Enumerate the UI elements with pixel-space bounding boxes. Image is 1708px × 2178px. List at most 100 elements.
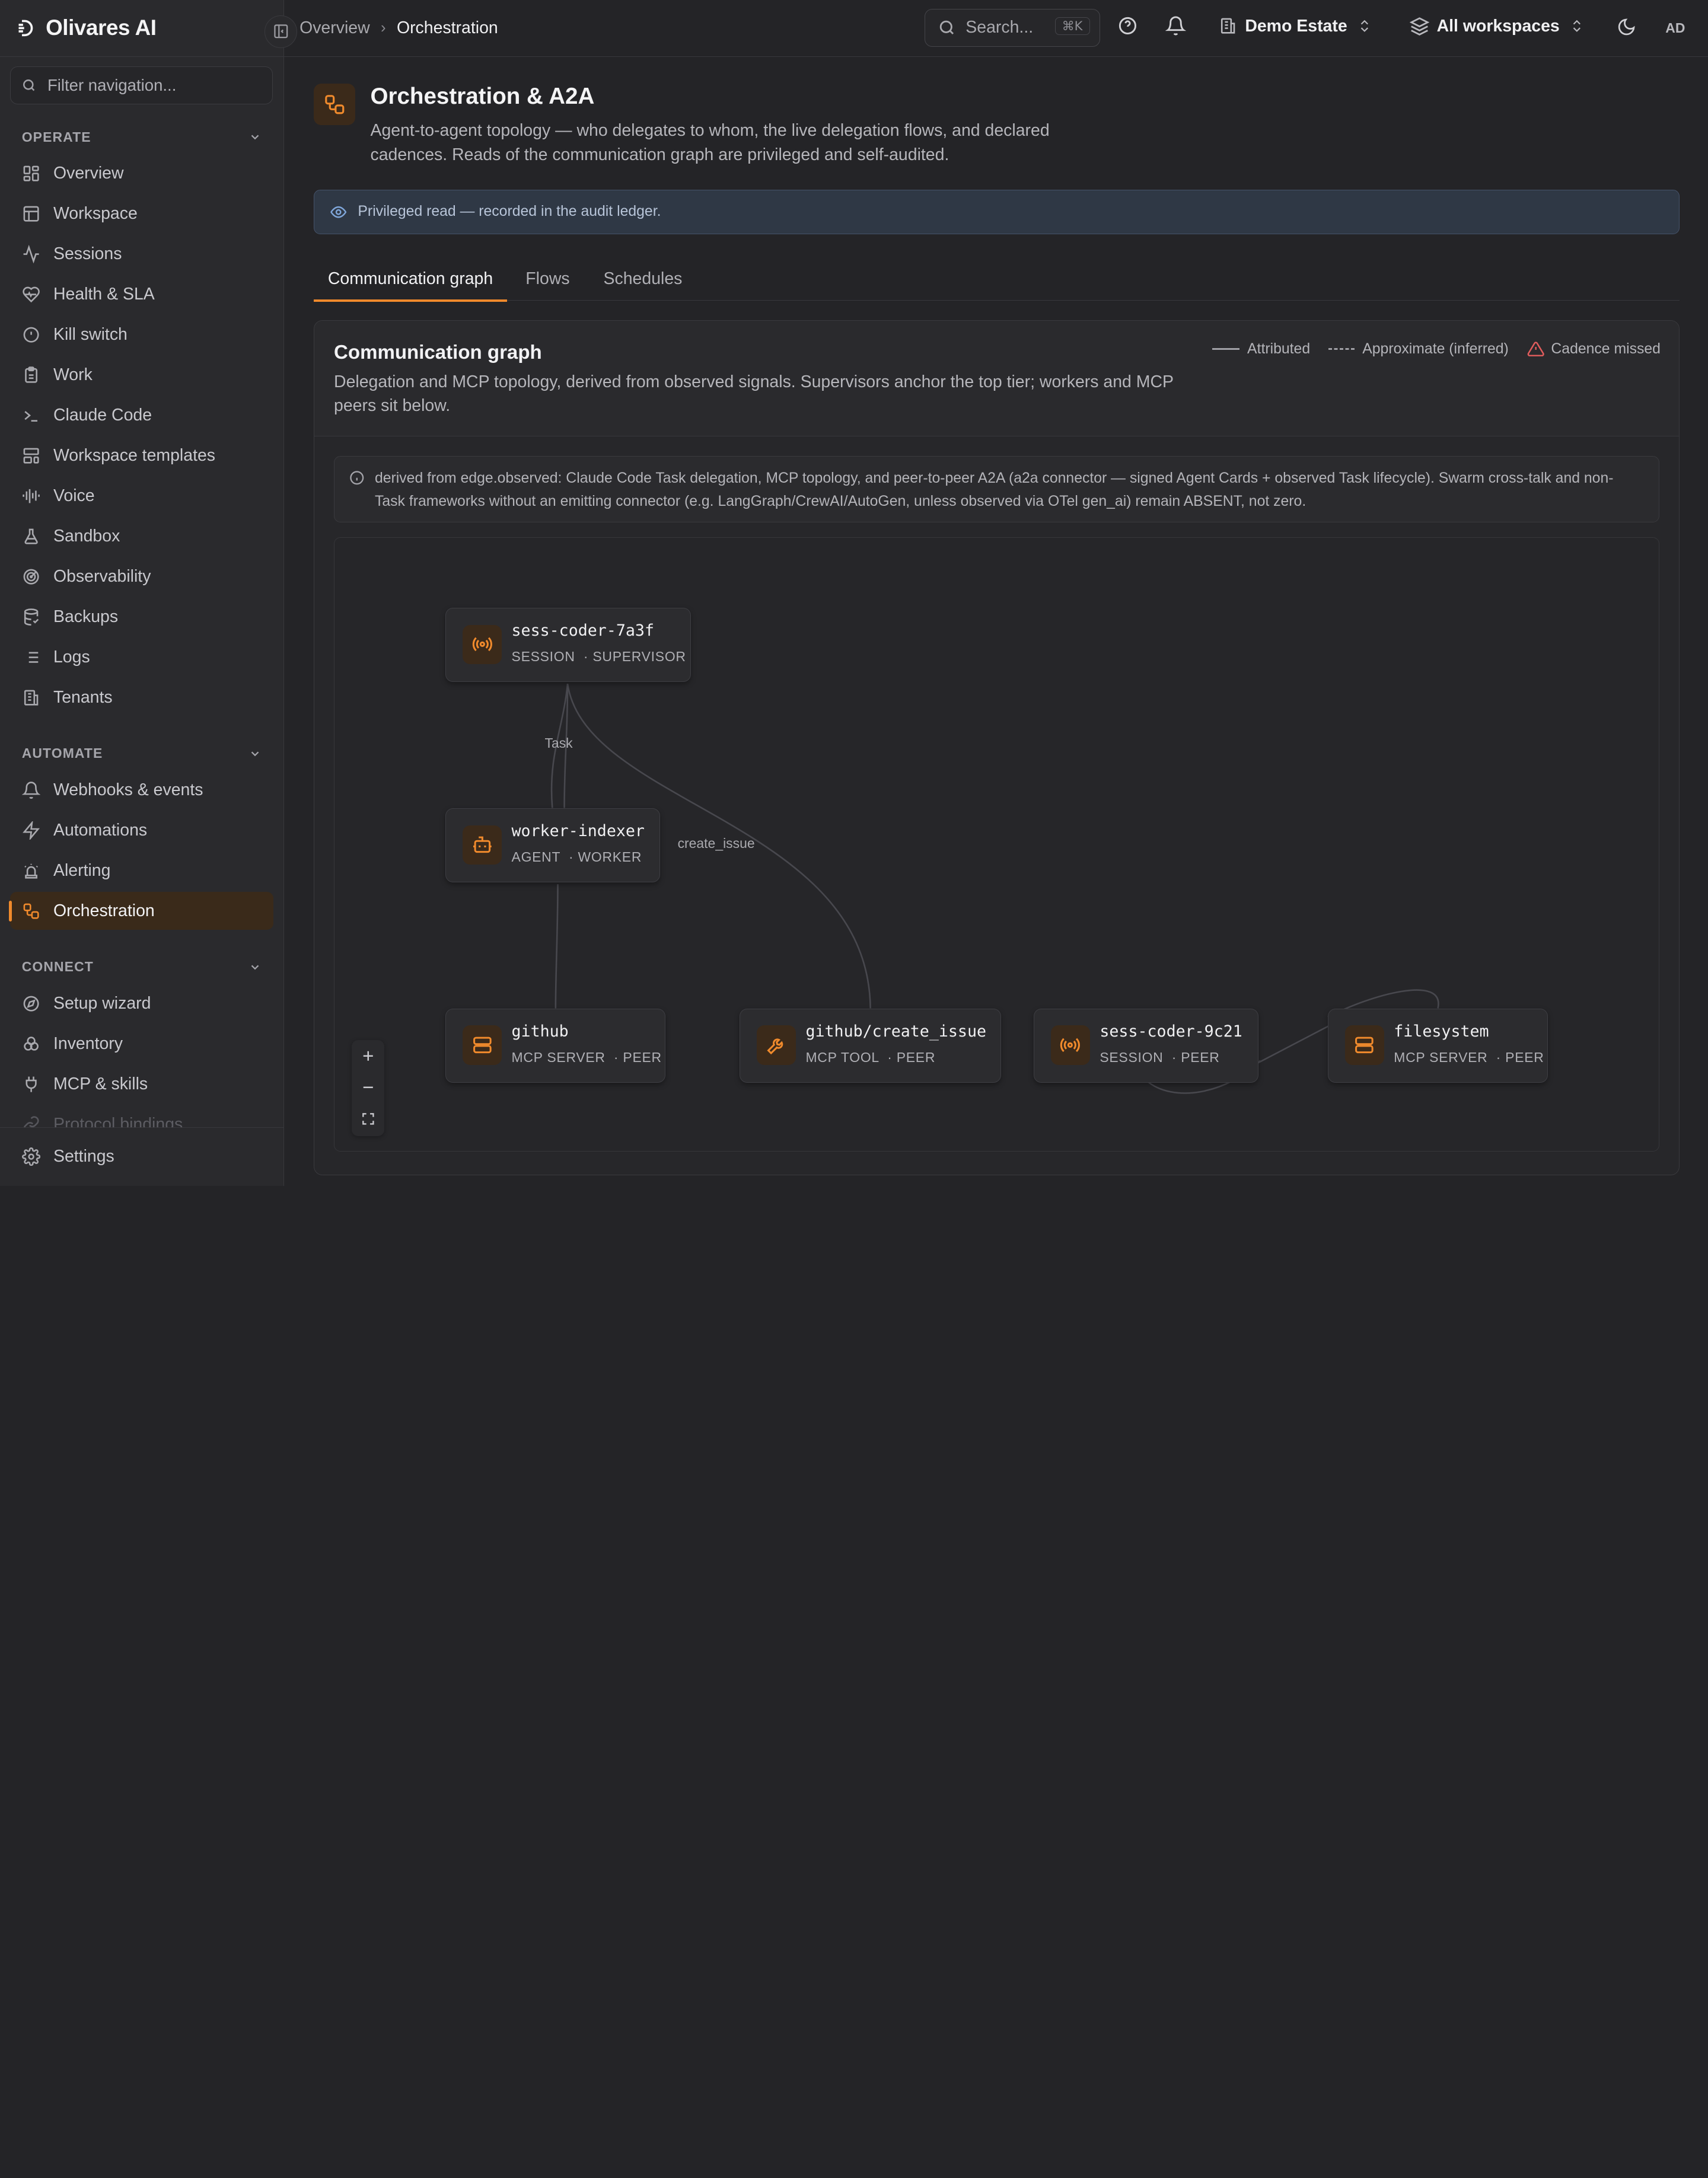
sidebar-item-label: Overview: [53, 164, 124, 183]
activity-icon: [23, 245, 39, 264]
node-meta: MCP SERVER · PEER: [511, 1049, 662, 1065]
list-icon: [24, 652, 39, 663]
sidebar-item-tenants[interactable]: Tenants: [10, 678, 274, 716]
link-icon: [23, 1115, 39, 1128]
node-id: worker-indexer: [511, 822, 645, 840]
app-root: Olivares AI OPERATE Overview Workspace S: [0, 0, 1708, 1187]
main-content: Orchestration & A2A Agent-to-agent topol…: [313, 57, 1680, 1175]
sidebar-item-label: Alerting: [53, 860, 111, 880]
help-icon[interactable]: [1117, 15, 1138, 36]
sidebar-item-label: Settings: [53, 1147, 114, 1166]
edge-worker-to-github[interactable]: [555, 884, 559, 1009]
sidebar-item-setup-wizard[interactable]: Setup wizard: [10, 984, 274, 1022]
fit-view-button[interactable]: [352, 1104, 384, 1135]
section-automate[interactable]: AUTOMATE: [0, 738, 283, 768]
section-label: CONNECT: [21, 959, 94, 975]
sidebar-item-alerting[interactable]: Alerting: [10, 852, 274, 889]
sidebar-nav: OPERATE Overview Workspace Sessions Heal…: [0, 113, 283, 1128]
sidebar-item-protocol-bindings[interactable]: Protocol bindings: [10, 1105, 274, 1128]
theme-moon-icon[interactable]: [1617, 17, 1636, 37]
filter-navigation-input[interactable]: [47, 76, 266, 95]
sidebar-item-kill-switch[interactable]: Kill switch: [10, 316, 274, 354]
breadcrumb-overview[interactable]: Overview: [299, 18, 370, 38]
fullscreen-icon: [362, 1113, 374, 1125]
section-connect[interactable]: CONNECT: [0, 952, 283, 982]
sidebar-item-mcp-skills[interactable]: MCP & skills: [10, 1065, 274, 1103]
sidebar-item-settings[interactable]: Settings: [10, 1138, 274, 1176]
search-input[interactable]: Search... ⌘K: [925, 8, 1101, 47]
graph-node-worker-indexer[interactable]: worker-indexer AGENT · WORKER: [445, 808, 661, 882]
workspace-select[interactable]: All workspaces: [1409, 16, 1585, 36]
server-icon: [462, 1025, 502, 1065]
sidebar-item-backups[interactable]: Backups: [10, 598, 274, 636]
sidebar-item-observability[interactable]: Observability: [10, 557, 274, 595]
notifications-bell-icon[interactable]: [1165, 15, 1187, 36]
zoom-out-button[interactable]: [352, 1072, 384, 1103]
node-id: sess-coder-7a3f: [511, 621, 654, 640]
sidebar-item-health-sla[interactable]: Health & SLA: [10, 276, 274, 314]
sidebar-footer: Settings: [0, 1127, 283, 1187]
section-operate[interactable]: OPERATE: [0, 122, 283, 152]
node-role: SUPERVISOR: [592, 648, 686, 664]
dashed-line-swatch: [1328, 348, 1355, 350]
tab-schedules[interactable]: Schedules: [589, 257, 697, 300]
avatar[interactable]: AD: [1661, 15, 1690, 42]
breadcrumb-current: Orchestration: [396, 18, 498, 37]
zap-icon: [22, 821, 40, 840]
node-kind: SESSION: [511, 648, 575, 664]
radar-icon: [23, 569, 39, 585]
sidebar-item-workspace-templates[interactable]: Workspace templates: [10, 436, 274, 474]
sidebar-item-sandbox[interactable]: Sandbox: [10, 517, 274, 555]
building-icon: [24, 690, 39, 706]
sidebar-item-overview[interactable]: Overview: [10, 155, 274, 193]
plug-icon: [26, 1076, 37, 1092]
collapse-sidebar-button[interactable]: [265, 15, 298, 48]
sidebar-item-webhooks-events[interactable]: Webhooks & events: [10, 771, 274, 809]
card-header: Communication graph Delegation and MCP t…: [314, 320, 1680, 436]
workspace-name: All workspaces: [1436, 16, 1560, 36]
sidebar-item-orchestration[interactable]: Orchestration: [8, 892, 274, 930]
bell-icon: [21, 782, 40, 799]
tab-flows[interactable]: Flows: [511, 257, 584, 300]
graph-canvas[interactable]: Task create_issue sess-coder-7a3f SESSIO…: [334, 537, 1660, 1152]
sidebar-item-claude-code[interactable]: Claude Code: [10, 397, 274, 435]
sidebar-item-workspace[interactable]: Workspace: [10, 195, 274, 233]
graph-node-github[interactable]: github MCP SERVER · PEER: [445, 1008, 666, 1083]
clipboard-icon: [24, 366, 37, 383]
node-meta: SESSION · PEER: [1100, 1049, 1220, 1065]
building-icon: [1221, 18, 1235, 34]
sidebar-item-inventory[interactable]: Inventory: [10, 1025, 274, 1063]
section-label: OPERATE: [21, 129, 91, 145]
workflow-icon: [23, 903, 39, 919]
tab-communication-graph[interactable]: Communication graph: [313, 257, 507, 302]
boxes-icon: [23, 1036, 39, 1051]
sidebar-item-sessions[interactable]: Sessions: [10, 235, 274, 273]
node-meta: MCP SERVER · PEER: [1394, 1049, 1544, 1065]
topbar: Overview › Orchestration Search... ⌘K De…: [284, 0, 1708, 57]
graph-node-filesystem[interactable]: filesystem MCP SERVER · PEER: [1328, 1008, 1548, 1083]
zoom-in-button[interactable]: [352, 1040, 384, 1072]
banner-text: Privileged read — recorded in the audit …: [358, 203, 661, 220]
graph-node-sess-coder-7a3f[interactable]: sess-coder-7a3f SESSION · SUPERVISOR: [445, 608, 691, 682]
tenant-select[interactable]: Demo Estate: [1219, 17, 1372, 36]
filter-navigation[interactable]: [9, 66, 273, 105]
search-shortcut: ⌘K: [1054, 17, 1090, 36]
audio-wave-icon: [23, 489, 40, 503]
sidebar-item-logs[interactable]: Logs: [10, 638, 274, 676]
template-icon: [23, 448, 39, 464]
edge-session-to-filesystem[interactable]: [1257, 1024, 1332, 1064]
sidebar-item-automations[interactable]: Automations: [10, 811, 274, 849]
brand-name: Olivares AI: [46, 15, 157, 40]
graph-node-sess-coder-9c21[interactable]: sess-coder-9c21 SESSION · PEER: [1034, 1008, 1258, 1083]
sidebar-item-work[interactable]: Work: [10, 356, 274, 394]
brand[interactable]: Olivares AI: [0, 0, 284, 57]
graph-node-github-create-issue[interactable]: github/create_issue MCP TOOL · PEER: [740, 1008, 1002, 1083]
chevron-down-icon: [251, 751, 259, 757]
server-icon: [1344, 1025, 1384, 1065]
broadcast-icon: [462, 624, 502, 664]
sidebar-item-label: Workspace templates: [53, 446, 216, 465]
sidebar-item-voice[interactable]: Voice: [10, 477, 274, 515]
sidebar-item-label: Voice: [53, 486, 95, 506]
card-description: Delegation and MCP topology, derived fro…: [334, 372, 1174, 416]
